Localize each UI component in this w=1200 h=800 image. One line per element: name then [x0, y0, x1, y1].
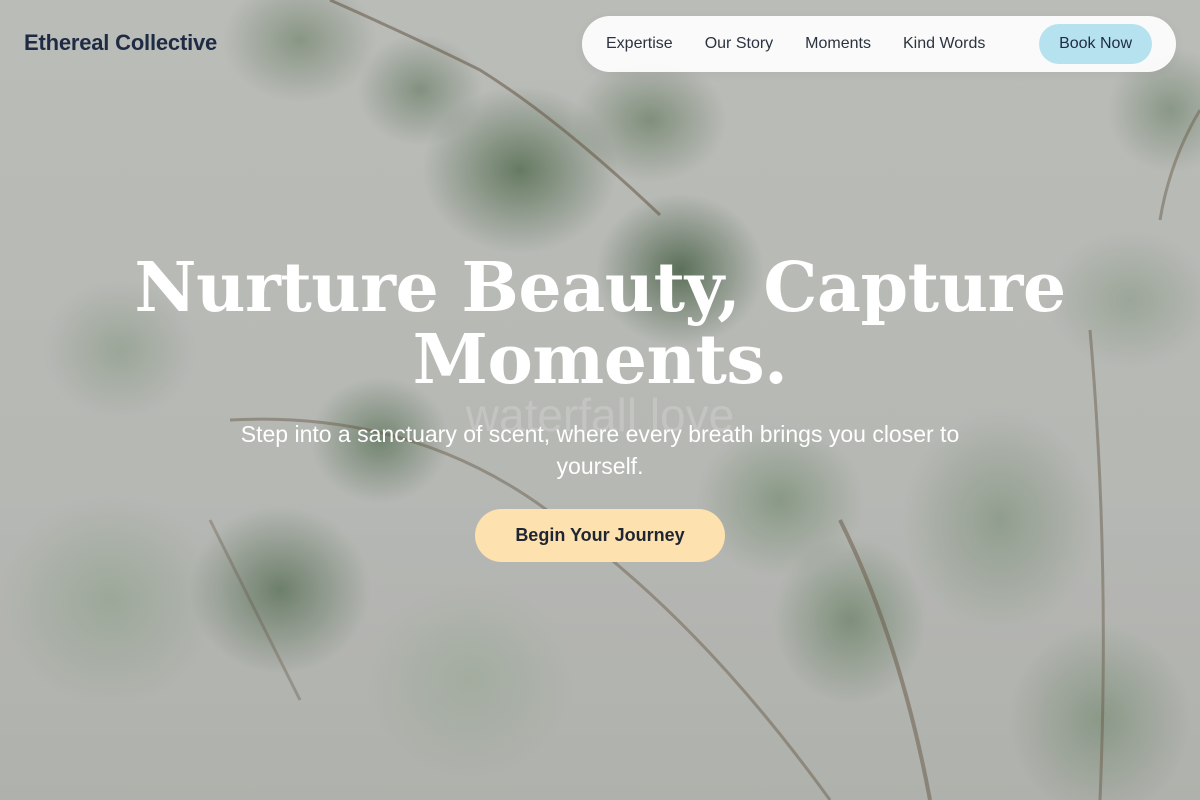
- brand-logo[interactable]: Ethereal Collective: [24, 30, 217, 56]
- hero-title: Nurture Beauty, Capture Moments.: [0, 252, 1200, 396]
- begin-journey-button[interactable]: Begin Your Journey: [475, 509, 725, 562]
- nav-link-moments[interactable]: Moments: [805, 35, 871, 53]
- nav-link-expertise[interactable]: Expertise: [606, 35, 673, 53]
- top-navigation: Expertise Our Story Moments Kind Words B…: [582, 16, 1176, 72]
- hero-subtitle: Step into a sanctuary of scent, where ev…: [240, 421, 960, 479]
- nav-link-our-story[interactable]: Our Story: [705, 35, 773, 53]
- nav-link-kind-words[interactable]: Kind Words: [903, 35, 985, 53]
- book-now-button[interactable]: Book Now: [1039, 24, 1152, 64]
- hero-title-line-1: Nurture Beauty, Capture: [134, 248, 1066, 328]
